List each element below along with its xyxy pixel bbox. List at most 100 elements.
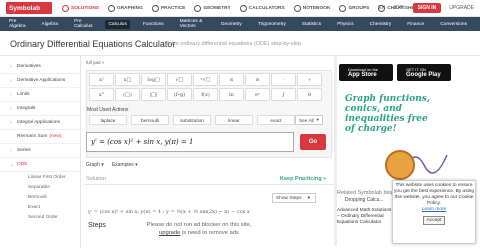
keypad-key[interactable]: θ xyxy=(297,88,322,101)
chevron-right-icon: › xyxy=(10,105,12,112)
keypad-key[interactable]: f(x) xyxy=(193,88,218,101)
chevron-down-icon: ▾ xyxy=(316,117,319,122)
solutions-icon xyxy=(62,4,69,12)
subnav-conversions[interactable]: Conversions xyxy=(437,20,470,29)
see-all-dropdown[interactable]: See All ▾ xyxy=(295,115,323,125)
subnav-pre-algebra[interactable]: Pre Algebra xyxy=(6,17,29,31)
subnav-calculus[interactable]: Calculus xyxy=(105,19,130,29)
keypad-key[interactable]: ≤ xyxy=(219,73,244,86)
keypad-key[interactable]: x° xyxy=(89,88,114,101)
steps-heading: Steps xyxy=(88,222,106,229)
cookie-banner: This website uses cookies to ensure you … xyxy=(392,180,476,244)
symbolab-logo[interactable]: Symbolab xyxy=(6,2,52,14)
sidebar-subitem-separable[interactable]: Separable xyxy=(0,182,80,192)
sidebar: › Derivatives › Derivative Applications › L… xyxy=(0,56,81,248)
nav-geometry[interactable]: GEOMETRY xyxy=(194,4,231,12)
app-store-badge[interactable]: Download on the App Store xyxy=(339,64,393,81)
action-laplace[interactable]: laplace xyxy=(89,115,127,125)
keypad-key[interactable]: x² xyxy=(89,73,114,86)
upgrade-link[interactable]: UPGRADE xyxy=(449,5,474,11)
keypad-key[interactable]: ≥ xyxy=(245,73,270,86)
keypad-key[interactable]: ∫ xyxy=(271,88,296,101)
adblock-notice: Please do not run ad blocker on this sit… xyxy=(146,222,252,236)
nav-graphing[interactable]: GRAPHING xyxy=(107,4,143,12)
subnav-geometry[interactable]: Geometry xyxy=(218,20,245,29)
subject-nav: Pre Algebra Algebra Pre Calculus Calculu… xyxy=(0,17,480,31)
cookie-text: This website uses cookies to ensure you … xyxy=(394,183,474,206)
new-badge: (new) xyxy=(49,134,62,139)
groups-icon xyxy=(339,4,347,12)
title-bar: Ordinary Differential Equations Calculat… xyxy=(0,31,480,56)
top-bar: Symbolab SOLUTIONS GRAPHING PRACTICE GEO… xyxy=(0,0,480,17)
show-steps-dropdown[interactable]: Show Steps ▾ xyxy=(272,193,316,203)
sidebar-item-riemann-sum[interactable]: Riemann Sum (new) xyxy=(0,130,80,144)
related-post-item[interactable]: Advanced Math Solutions – Ordinary Diffe… xyxy=(337,208,393,244)
top-nav: SOLUTIONS GRAPHING PRACTICE GEOMETRY CAL… xyxy=(62,4,424,12)
graph-link[interactable]: Graph ▾ xyxy=(86,162,104,168)
sidebar-subitem-exact[interactable]: Exact xyxy=(0,202,80,212)
solution-equation: y' = (cos x)² + sin x, y(π) = 1 : y = ½(… xyxy=(88,209,250,215)
subnav-trigonometry[interactable]: Trigonometry xyxy=(255,20,289,29)
sidebar-item-derivative-applications[interactable]: › Derivative Applications xyxy=(0,74,80,88)
chevron-right-icon: › xyxy=(10,63,12,70)
google-play-badge[interactable]: GET IT ON Google Play xyxy=(397,64,451,81)
keypad-key[interactable]: ln xyxy=(219,88,244,101)
language-selector[interactable]: EN xyxy=(378,5,385,11)
geometry-icon xyxy=(194,4,202,12)
upgrade-link[interactable]: upgrade xyxy=(159,230,180,236)
action-linear[interactable]: linear xyxy=(215,115,253,125)
sidebar-subitem-bernoulli[interactable]: Bernoulli xyxy=(0,192,80,202)
keypad-key[interactable]: (□) xyxy=(115,88,140,101)
expression-input[interactable]: y' = (cos x)² + sin x, y(π) = 1 xyxy=(86,132,294,152)
subnav-functions[interactable]: Functions xyxy=(140,20,167,29)
keep-practicing-link[interactable]: Keep Practicing » xyxy=(280,176,326,182)
sidebar-item-ode[interactable]: ⌄ ODE xyxy=(0,158,80,172)
nav-solutions[interactable]: SOLUTIONS xyxy=(62,4,99,12)
keypad-key[interactable]: eˣ xyxy=(245,88,270,101)
sidebar-item-series[interactable]: › Series xyxy=(0,144,80,158)
go-button[interactable]: Go xyxy=(300,134,326,150)
nav-calculators[interactable]: CALCULATORS xyxy=(239,4,285,12)
subnav-physics[interactable]: Physics xyxy=(334,20,357,29)
keypad-key[interactable]: ⁿ√□ xyxy=(193,73,218,86)
keypad-key[interactable]: ÷ xyxy=(297,73,322,86)
logo-text: Symbolab xyxy=(9,4,41,12)
sidebar-item-integrals[interactable]: › Integrals xyxy=(0,102,80,116)
chevron-down-icon: ▾ xyxy=(307,195,311,201)
keypad-key[interactable]: √□ xyxy=(167,73,192,86)
keypad-key[interactable]: x□ xyxy=(115,73,140,86)
keypad-key[interactable]: · xyxy=(271,73,296,86)
sidebar-subitem-second-order[interactable]: Second Order xyxy=(0,212,80,222)
sidebar-subitem-linear-first-order[interactable]: Linear First Order xyxy=(0,172,80,182)
action-substitution[interactable]: substitution xyxy=(173,115,211,125)
action-exact[interactable]: exact xyxy=(257,115,295,125)
sign-in-button[interactable]: SIGN IN xyxy=(412,3,442,13)
keypad-key[interactable]: log□ xyxy=(141,73,166,86)
nav-notebook[interactable]: NOTEBOOK xyxy=(293,4,330,12)
subnav-finance[interactable]: Finance xyxy=(404,20,427,29)
subnav-pre-calculus[interactable]: Pre Calculus xyxy=(71,17,95,31)
subnav-statistics[interactable]: Statistics xyxy=(299,20,324,29)
action-bernoulli[interactable]: bernoulli xyxy=(131,115,169,125)
subnav-chemistry[interactable]: Chemistry xyxy=(367,20,395,29)
join-link[interactable]: JOIN xyxy=(393,5,404,11)
learn-more-link[interactable]: Learn more xyxy=(393,207,475,213)
notebook-icon xyxy=(293,4,301,12)
nav-groups[interactable]: GROUPS xyxy=(339,4,369,12)
accept-cookies-button[interactable]: Accept xyxy=(423,216,445,225)
sidebar-item-integral-applications[interactable]: › Integral Applications xyxy=(0,116,80,130)
sidebar-item-limits[interactable]: › Limits xyxy=(0,88,80,102)
keypad-key[interactable]: (f∘g) xyxy=(167,88,192,101)
examples-link[interactable]: Examples ▾ xyxy=(112,162,138,168)
page-subtitle: Solve ordinary differential equations (O… xyxy=(165,41,302,47)
keypad-key[interactable]: |□| xyxy=(141,88,166,101)
most-used-label: Most Used Actions xyxy=(87,107,129,113)
chevron-right-icon: › xyxy=(10,91,12,98)
keypad-grid: x² x□ log□ √□ ⁿ√□ ≤ ≥ · ÷ x° (□) |□| (f∘g) f(x) ln eˣ ∫ θ xyxy=(89,73,322,101)
subnav-algebra[interactable]: Algebra xyxy=(39,20,62,29)
chevron-right-icon: › xyxy=(10,119,12,126)
sidebar-item-derivatives[interactable]: › Derivatives xyxy=(0,60,80,74)
nav-practice[interactable]: PRACTICE xyxy=(151,4,185,12)
full-pad-link[interactable]: full pad » xyxy=(86,60,104,65)
subnav-matrices[interactable]: Matrices & Vectors xyxy=(177,17,208,31)
